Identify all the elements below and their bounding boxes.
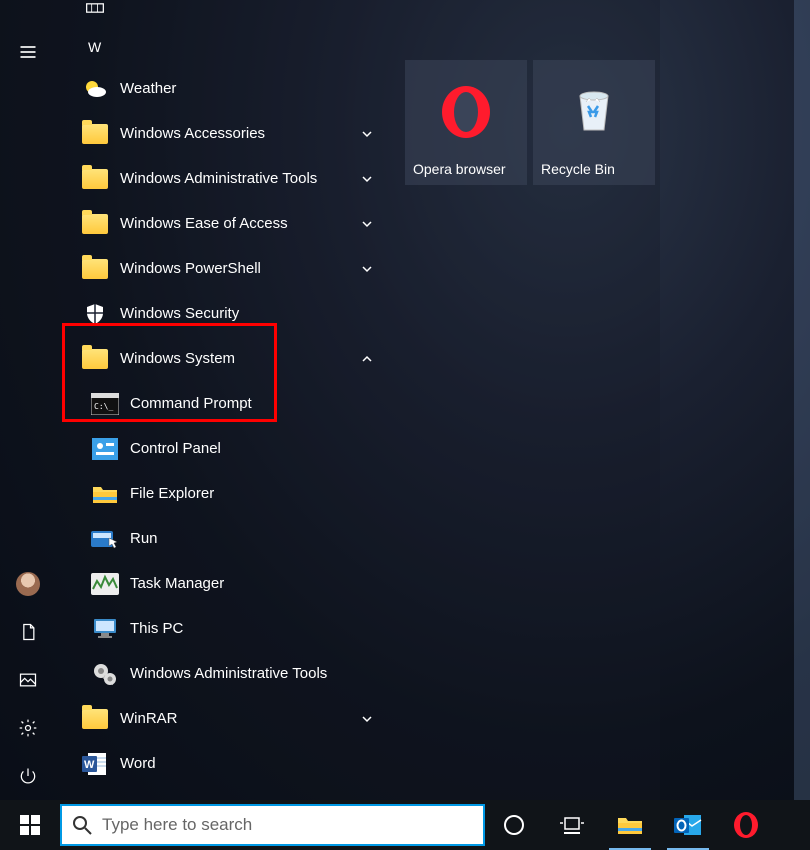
taskbar-outlook[interactable] — [659, 800, 717, 850]
app-windows-security[interactable]: Windows Security — [55, 291, 390, 336]
svg-text:C:\_: C:\_ — [94, 402, 113, 411]
pictures-button[interactable] — [0, 656, 55, 704]
chevron-down-icon — [352, 128, 382, 140]
app-label: Windows System — [120, 350, 352, 367]
weather-icon — [80, 74, 110, 104]
video-editor-icon — [80, 3, 110, 33]
recycle-bin-icon — [572, 84, 616, 134]
tile-label: Recycle Bin — [541, 161, 647, 177]
app-label: WinRAR — [120, 710, 352, 727]
app-windows-accessories[interactable]: Windows Accessories — [55, 111, 390, 156]
app-label: Windows Administrative Tools — [120, 170, 352, 187]
admin-tools-icon — [90, 659, 120, 689]
app-label: This PC — [130, 620, 382, 637]
cortana-button[interactable] — [485, 800, 543, 850]
opera-icon — [732, 811, 760, 839]
app-label: Windows PowerShell — [120, 260, 352, 277]
power-button[interactable] — [0, 752, 55, 800]
windows-logo-icon — [20, 815, 40, 835]
app-label: Weather — [120, 80, 382, 97]
app-label: Windows Accessories — [120, 125, 352, 142]
outlook-icon — [674, 812, 702, 838]
app-label: Windows Administrative Tools — [130, 665, 382, 682]
shield-icon — [80, 299, 110, 329]
app-task-manager[interactable]: Task Manager — [55, 561, 390, 606]
folder-icon — [80, 704, 110, 734]
chevron-down-icon — [352, 173, 382, 185]
app-windows-system[interactable]: Windows System — [55, 336, 390, 381]
folder-icon — [80, 164, 110, 194]
app-this-pc[interactable]: This PC — [55, 606, 390, 651]
svg-text:W: W — [84, 759, 95, 771]
app-winrar[interactable]: WinRAR — [55, 696, 390, 741]
app-item-partial[interactable] — [55, 8, 390, 28]
word-icon: W — [80, 749, 110, 779]
command-prompt-icon: C:\_ — [90, 389, 120, 419]
letter-header-w[interactable]: W — [55, 28, 390, 66]
cortana-icon — [503, 814, 525, 836]
avatar-icon — [16, 572, 40, 596]
start-tiles: Opera browser Recycle Bin — [405, 60, 655, 185]
taskbar-icons — [485, 800, 775, 850]
app-weather[interactable]: Weather — [55, 66, 390, 111]
settings-button[interactable] — [0, 704, 55, 752]
app-word[interactable]: W Word — [55, 741, 390, 786]
app-windows-powershell[interactable]: Windows PowerShell — [55, 246, 390, 291]
task-manager-icon — [90, 569, 120, 599]
folder-icon — [80, 344, 110, 374]
app-command-prompt[interactable]: C:\_ Command Prompt — [55, 381, 390, 426]
task-view-button[interactable] — [543, 800, 601, 850]
app-label: Command Prompt — [130, 395, 382, 412]
app-label: Control Panel — [130, 440, 382, 457]
chevron-down-icon — [352, 263, 382, 275]
chevron-down-icon — [352, 218, 382, 230]
app-label: Windows Ease of Access — [120, 215, 352, 232]
documents-button[interactable] — [0, 608, 55, 656]
opera-icon — [438, 84, 494, 140]
folder-icon — [80, 119, 110, 149]
taskbar — [0, 800, 810, 850]
chevron-up-icon — [352, 353, 382, 365]
search-icon — [72, 815, 92, 835]
tile-opera[interactable]: Opera browser — [405, 60, 527, 185]
app-windows-ease-of-access[interactable]: Windows Ease of Access — [55, 201, 390, 246]
app-windows-admin-tools[interactable]: Windows Administrative Tools — [55, 156, 390, 201]
taskbar-file-explorer[interactable] — [601, 800, 659, 850]
app-label: Task Manager — [130, 575, 382, 592]
right-edge-strip — [794, 0, 810, 800]
tile-recycle-bin[interactable]: Recycle Bin — [533, 60, 655, 185]
folder-icon — [80, 209, 110, 239]
app-label: Run — [130, 530, 382, 547]
app-list: W Weather Windows Accessories Windows Ad… — [55, 0, 390, 800]
start-button[interactable] — [0, 800, 60, 850]
user-account-button[interactable] — [0, 560, 55, 608]
taskbar-opera[interactable] — [717, 800, 775, 850]
control-panel-icon — [90, 434, 120, 464]
this-pc-icon — [90, 614, 120, 644]
app-label: Windows Security — [120, 305, 382, 322]
search-input[interactable] — [102, 815, 473, 835]
app-label: Word — [120, 755, 382, 772]
taskbar-search[interactable] — [60, 804, 485, 846]
folder-icon — [80, 254, 110, 284]
app-label: File Explorer — [130, 485, 382, 502]
file-explorer-icon — [90, 479, 120, 509]
app-control-panel[interactable]: Control Panel — [55, 426, 390, 471]
start-menu-panel: W Weather Windows Accessories Windows Ad… — [0, 0, 660, 800]
app-admin-tools-shortcut[interactable]: Windows Administrative Tools — [55, 651, 390, 696]
run-icon — [90, 524, 120, 554]
app-run[interactable]: Run — [55, 516, 390, 561]
chevron-down-icon — [352, 713, 382, 725]
task-view-icon — [560, 815, 584, 835]
start-rail — [0, 0, 55, 800]
tile-label: Opera browser — [413, 161, 519, 177]
file-explorer-icon — [617, 814, 643, 836]
hamburger-button[interactable] — [0, 28, 55, 76]
app-file-explorer[interactable]: File Explorer — [55, 471, 390, 516]
